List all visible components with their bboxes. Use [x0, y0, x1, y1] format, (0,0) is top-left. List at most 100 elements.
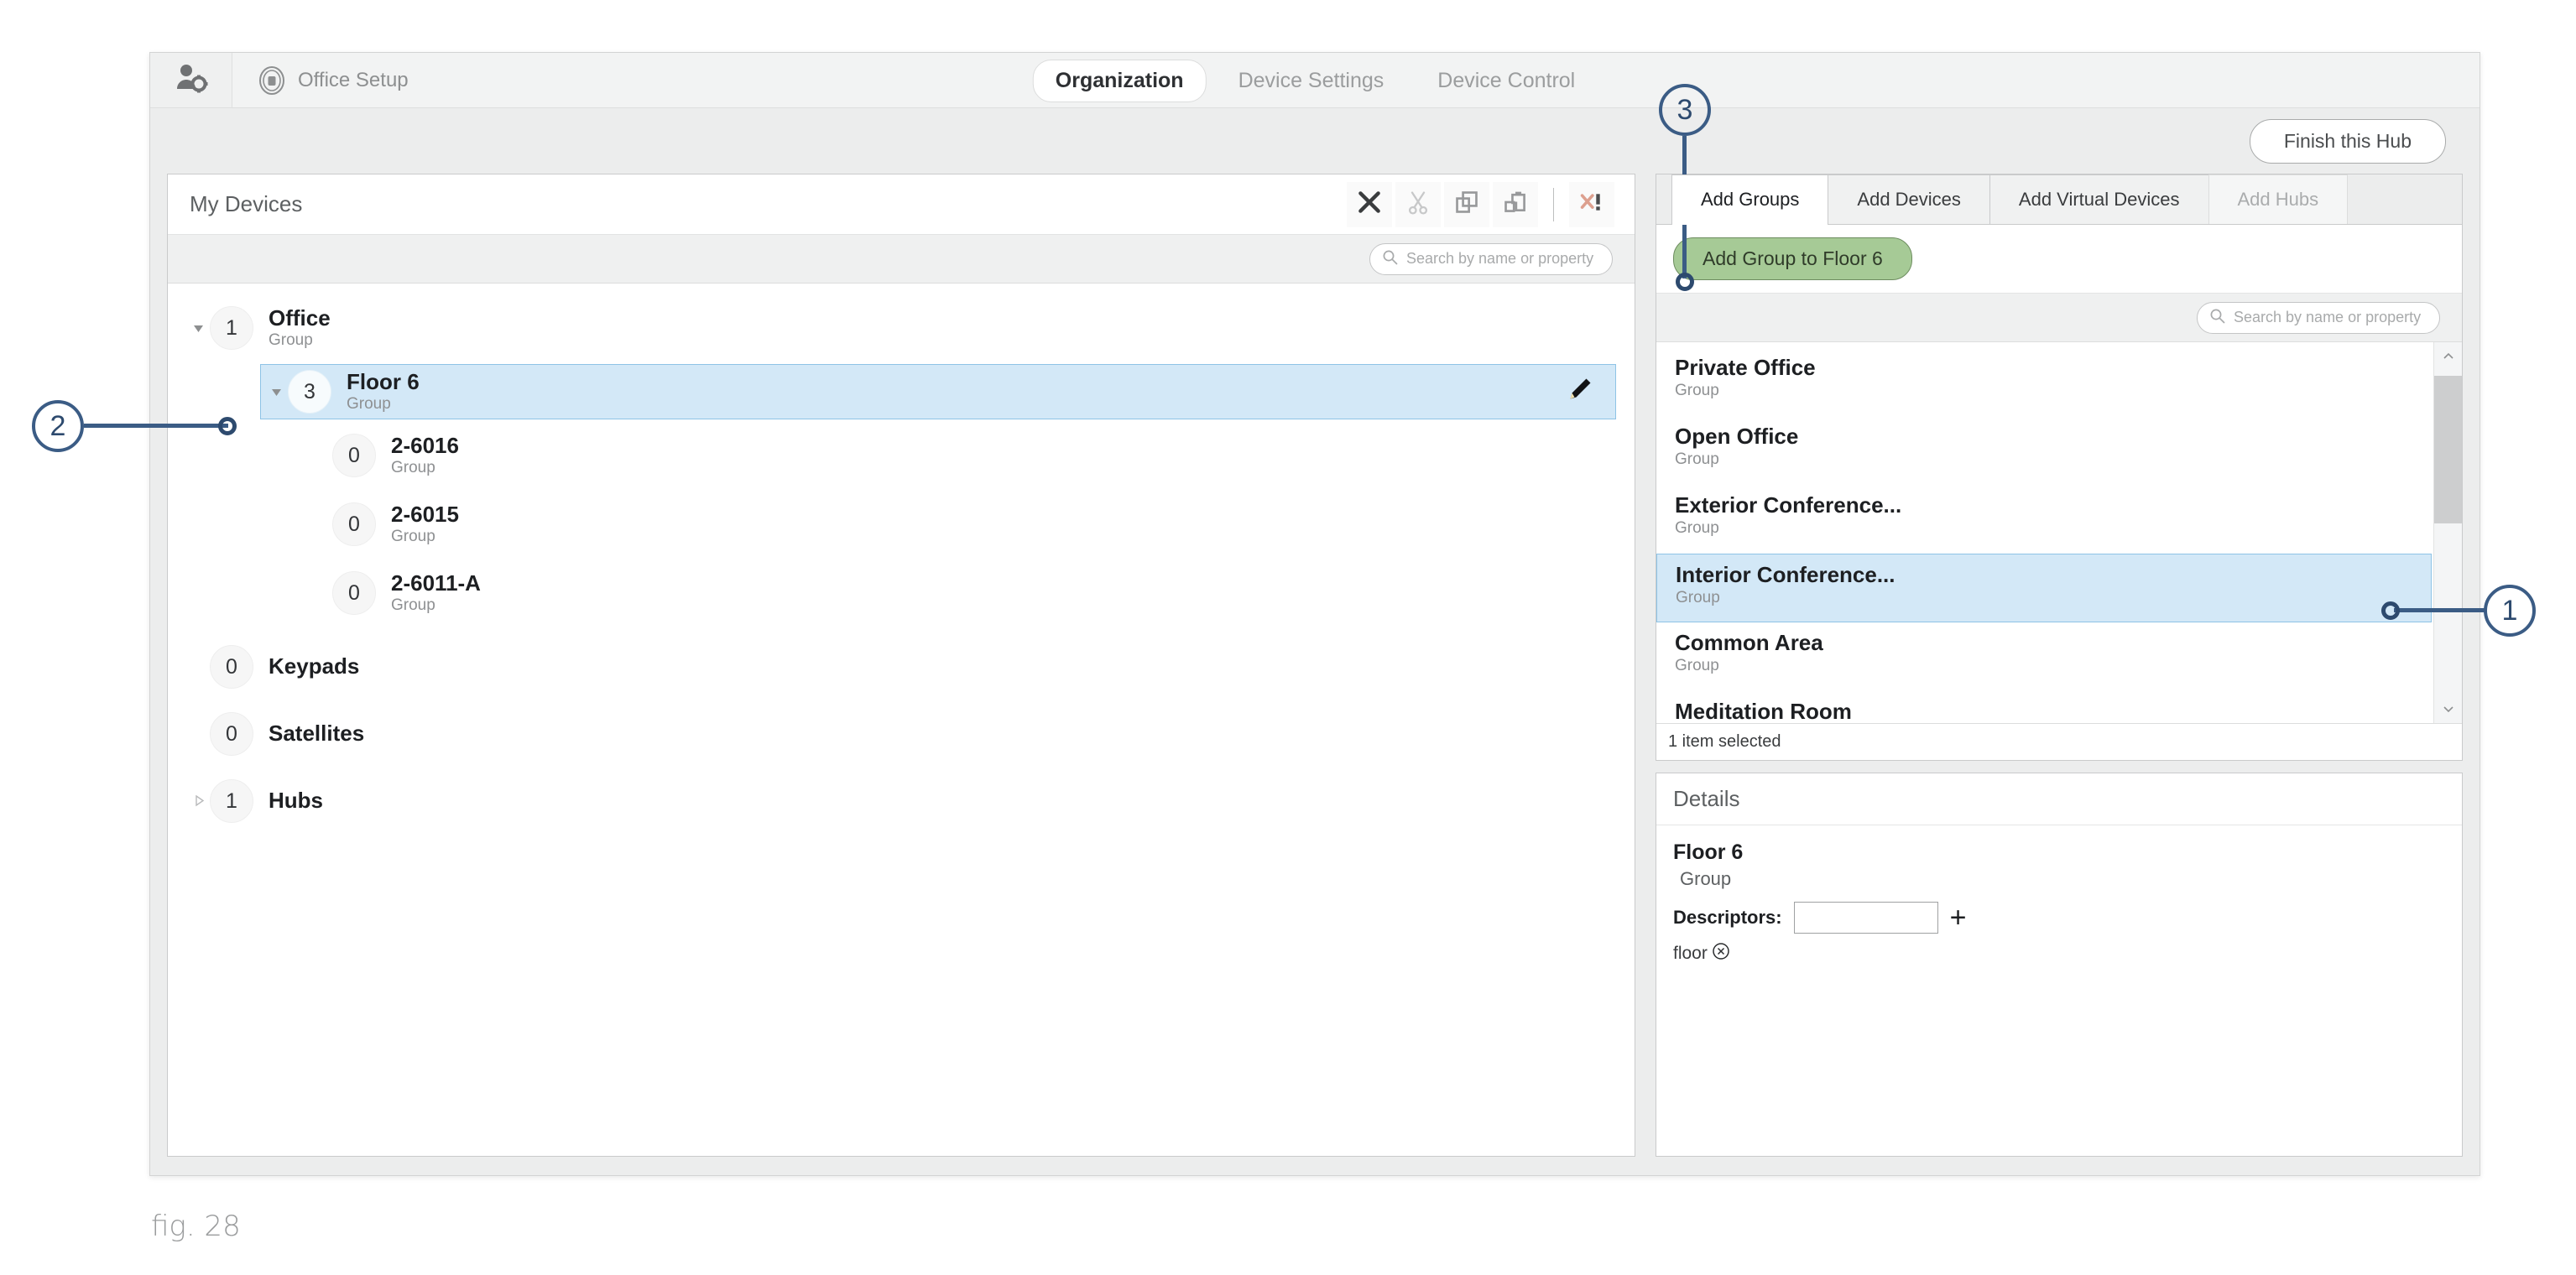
group-list-container: Private Office Group Open Office Group E… [1656, 342, 2462, 723]
delete-button[interactable] [1347, 182, 1392, 227]
descriptor-tag-label: floor [1673, 944, 1708, 964]
tree-row-name: Keypads [269, 655, 359, 678]
scroll-up-arrow-icon[interactable] [2434, 342, 2463, 371]
list-item-selected[interactable]: Interior Conference... Group [1656, 554, 2432, 622]
tab-device-settings[interactable]: Device Settings [1217, 60, 1406, 101]
tab-add-devices[interactable]: Add Devices [1828, 174, 1990, 224]
list-item-name: Meditation Room [1675, 700, 2433, 723]
lock-badge-icon [258, 66, 286, 95]
add-search-placeholder: Search by name or property [2234, 309, 2421, 326]
list-item[interactable]: Open Office Group [1656, 416, 2433, 485]
descriptor-input[interactable] [1794, 902, 1938, 934]
tree-row[interactable]: 0 2-6011-A Group [332, 565, 1635, 621]
descriptor-tag: floor [1673, 942, 2462, 965]
tree-row-name: Hubs [269, 789, 323, 812]
tree-row[interactable]: 1 Office Group [168, 300, 1635, 356]
collapse-arrow-icon[interactable] [188, 773, 210, 829]
callout-marker-2: 2 [32, 400, 84, 452]
scrollbar-thumb[interactable] [2434, 376, 2463, 523]
list-item-sub: Group [1675, 382, 2433, 400]
callout-marker-1: 1 [2484, 585, 2536, 637]
list-item[interactable]: Meditation Room Group [1656, 691, 2433, 723]
tree-row[interactable]: 1 Hubs [168, 773, 1635, 829]
list-item-name: Interior Conference... [1676, 563, 2431, 586]
user-settings-button[interactable] [150, 53, 232, 107]
details-title: Floor 6 [1673, 840, 2462, 865]
scrollbar-track[interactable] [2434, 371, 2463, 695]
tab-add-virtual-devices[interactable]: Add Virtual Devices [1989, 174, 2209, 224]
devices-search-input[interactable]: Search by name or property [1369, 243, 1613, 275]
cut-button[interactable] [1395, 182, 1441, 227]
devices-search-placeholder: Search by name or property [1406, 250, 1593, 268]
tree-row-name: Floor 6 [347, 371, 420, 393]
user-settings-icon [175, 61, 208, 99]
tree-count-badge: 0 [210, 645, 253, 689]
clear-errors-icon [1579, 190, 1604, 219]
tree-row-text: 2-6015 Group [391, 503, 459, 545]
main-content: My Devices [150, 174, 2480, 1175]
tab-add-hubs: Add Hubs [2208, 174, 2349, 224]
tree-row[interactable]: 0 Keypads [168, 639, 1635, 695]
office-setup-text: Office Setup [298, 69, 409, 92]
copy-button[interactable] [1444, 182, 1489, 227]
list-item[interactable]: Private Office Group [1656, 347, 2433, 416]
list-item-sub: Group [1675, 451, 2433, 469]
remove-descriptor-icon[interactable] [1712, 942, 1730, 965]
search-icon [2209, 308, 2225, 328]
add-action-row: Add Group to Floor 6 [1656, 225, 2462, 294]
my-devices-panel: My Devices [167, 174, 1635, 1157]
add-search-bar: Search by name or property [1656, 294, 2462, 342]
tree-row[interactable]: 0 2-6016 Group [332, 428, 1635, 483]
expand-arrow-icon[interactable] [188, 300, 210, 356]
pencil-icon [1565, 376, 1593, 409]
add-descriptor-button[interactable]: + [1950, 909, 1967, 926]
tree-row[interactable]: 3 Floor 6 Group [260, 364, 1616, 419]
tree-count-badge: 0 [332, 434, 376, 477]
tree-count-badge: 3 [288, 370, 331, 414]
tab-add-groups[interactable]: Add Groups [1671, 174, 1828, 225]
devices-search-bar: Search by name or property [168, 235, 1635, 284]
details-panel: Details Floor 6 Group Descriptors: + flo… [1656, 773, 2463, 1157]
scroll-down-arrow-icon[interactable] [2434, 695, 2463, 723]
list-item-name: Open Office [1675, 424, 2433, 448]
my-devices-header: My Devices [168, 174, 1635, 235]
tree-row-sub: Group [391, 597, 481, 614]
list-scrollbar[interactable] [2433, 342, 2462, 723]
tab-organization[interactable]: Organization [1033, 60, 1207, 102]
details-subtitle: Group [1680, 868, 2462, 890]
cut-icon [1405, 190, 1431, 219]
right-column: Add Groups Add Devices Add Virtual Devic… [1656, 174, 2463, 1157]
action-bar: Finish this Hub [150, 108, 2480, 174]
tree-count-badge: 1 [210, 779, 253, 823]
tree-row-text: 2-6016 Group [391, 435, 459, 476]
finish-this-hub-button[interactable]: Finish this Hub [2250, 119, 2446, 164]
list-item[interactable]: Common Area Group [1656, 622, 2433, 691]
tree-count-badge: 1 [210, 306, 253, 350]
tree-row-text: 2-6011-A Group [391, 572, 481, 614]
tree-row-name: 2-6011-A [391, 572, 481, 595]
details-header: Details [1656, 773, 2462, 825]
tree-row[interactable]: 0 2-6015 Group [332, 497, 1635, 552]
toolbar-separator [1553, 188, 1554, 221]
paste-icon [1503, 190, 1528, 219]
callout-line-1 [2394, 608, 2486, 612]
expand-arrow-icon[interactable] [266, 364, 288, 419]
tree-row-sub: Group [391, 460, 459, 476]
tree-row-text: Office Group [269, 307, 331, 349]
tree-row-text: Keypads [269, 655, 359, 678]
list-item[interactable]: Exterior Conference... Group [1656, 485, 2433, 554]
devices-toolbar [1347, 182, 1614, 227]
add-group-to-floor-button[interactable]: Add Group to Floor 6 [1673, 237, 1912, 280]
tab-device-control[interactable]: Device Control [1416, 60, 1597, 101]
callout-dot-3 [1676, 273, 1694, 291]
clear-errors-button[interactable] [1569, 182, 1614, 227]
tree-row-text: Satellites [269, 722, 364, 745]
tree-count-badge: 0 [210, 712, 253, 756]
add-search-input[interactable]: Search by name or property [2197, 302, 2440, 334]
descriptors-label: Descriptors: [1673, 907, 1782, 929]
tree-row-text: Floor 6 Group [347, 371, 420, 413]
tree-row[interactable]: 0 Satellites [168, 706, 1635, 762]
paste-button[interactable] [1493, 182, 1538, 227]
edit-button[interactable] [1565, 376, 1593, 409]
tree-row-sub: Group [269, 332, 331, 349]
